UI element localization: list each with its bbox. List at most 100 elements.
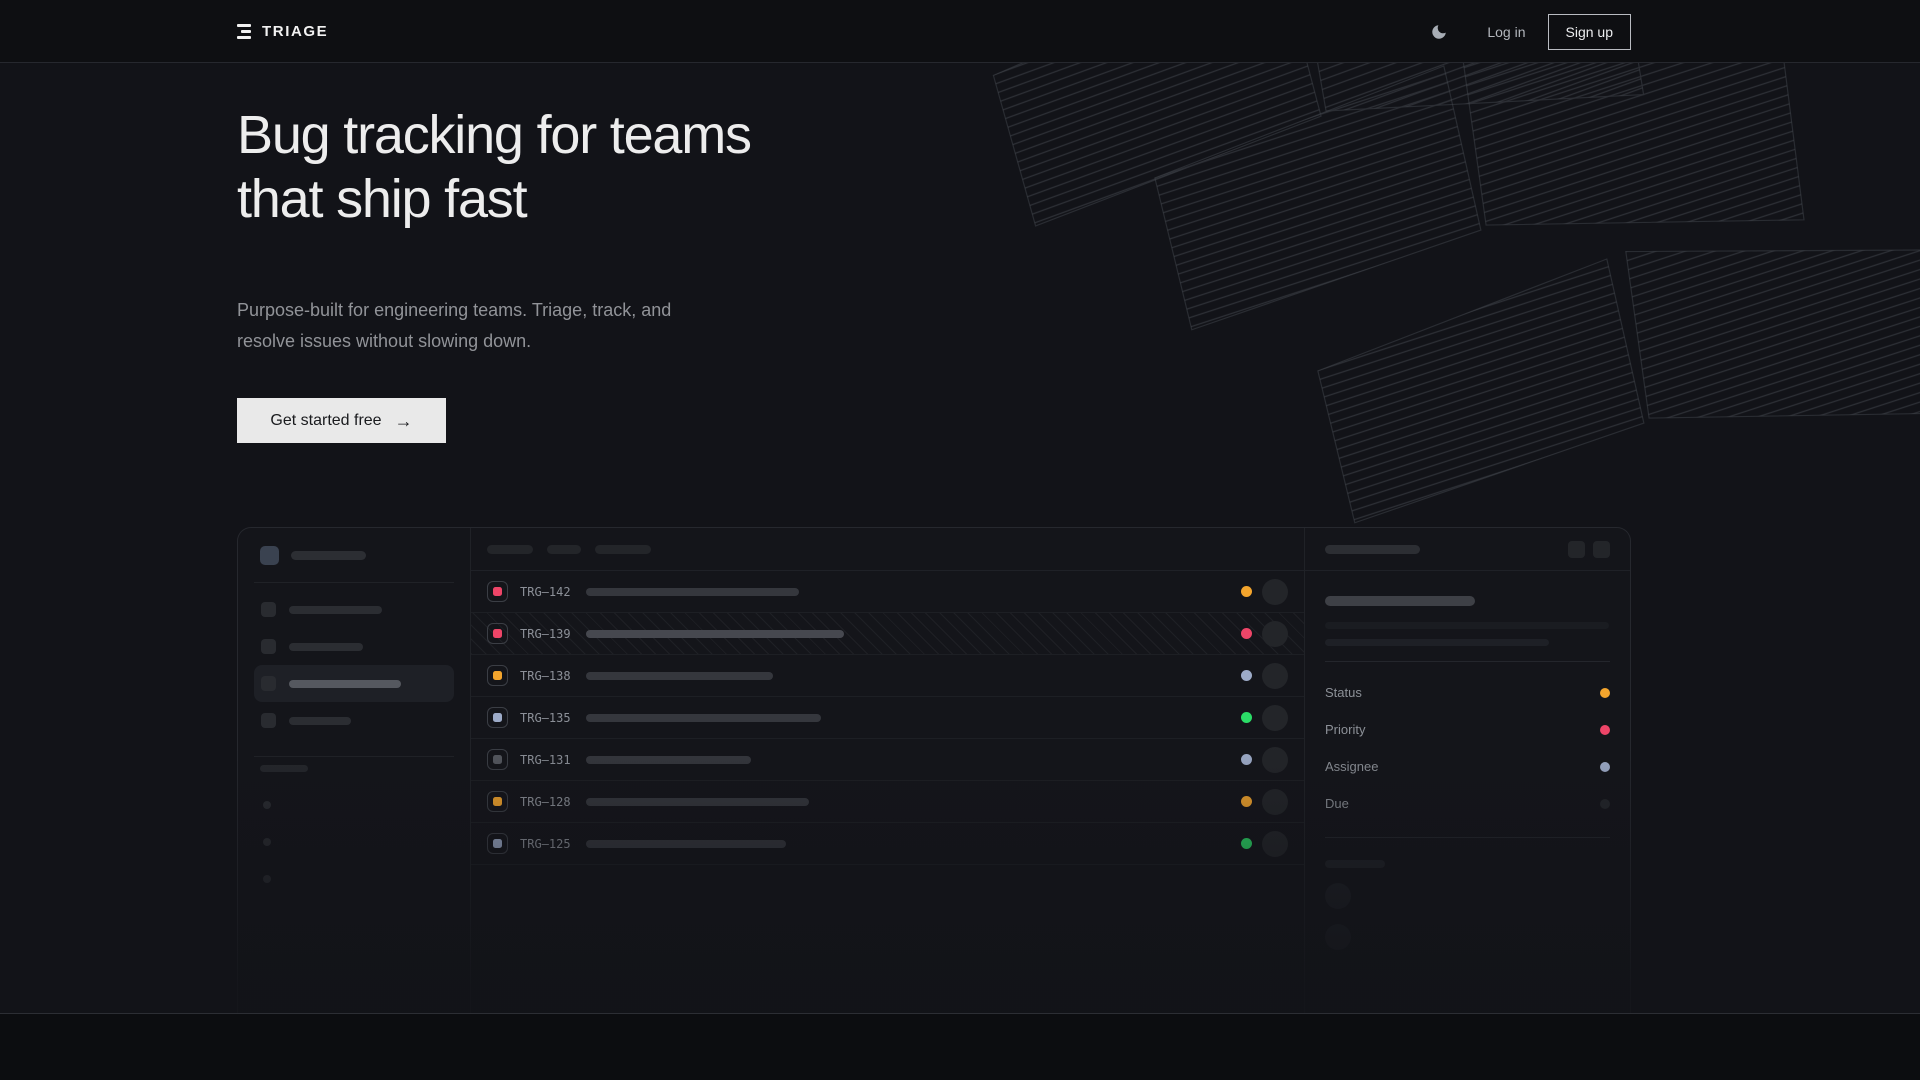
detail-text-skeleton bbox=[1325, 639, 1549, 646]
issue-row: TRG–139 bbox=[471, 613, 1304, 655]
hero-subtitle: Purpose-built for engineering teams. Tri… bbox=[237, 295, 671, 357]
sidebar-item bbox=[254, 702, 454, 739]
detail-field-label: Assignee bbox=[1325, 759, 1378, 774]
issue-type-icon bbox=[487, 749, 508, 770]
issue-type-icon bbox=[487, 665, 508, 686]
issue-type-icon bbox=[487, 791, 508, 812]
sidebar-item-skeleton bbox=[289, 680, 401, 688]
status-dot bbox=[1241, 796, 1252, 807]
issue-row: TRG–125 bbox=[471, 823, 1304, 865]
issue-title-skeleton bbox=[586, 714, 821, 722]
issue-id: TRG–128 bbox=[520, 795, 584, 809]
issue-type-icon bbox=[487, 623, 508, 644]
moon-icon bbox=[1430, 23, 1448, 41]
dark-mode-toggle[interactable] bbox=[1429, 22, 1449, 42]
status-dot bbox=[1241, 586, 1252, 597]
issue-id: TRG–135 bbox=[520, 711, 584, 725]
assignee-avatar bbox=[1262, 663, 1288, 689]
issue-row: TRG–142 bbox=[471, 571, 1304, 613]
brand-logo[interactable]: TRIAGE bbox=[237, 0, 328, 63]
app-preview-window: TRG–142 TRG–139 TRG–138 TRG–135 TRG–131 … bbox=[237, 527, 1631, 1013]
detail-header bbox=[1305, 528, 1630, 571]
detail-field-label: Due bbox=[1325, 796, 1349, 811]
issue-id: TRG–131 bbox=[520, 753, 584, 767]
get-started-button[interactable]: Get started free → bbox=[237, 398, 446, 443]
assignee-avatar bbox=[1262, 747, 1288, 773]
sidebar-item-icon bbox=[261, 676, 276, 691]
issue-list-header bbox=[471, 528, 1304, 571]
detail-field-dot bbox=[1600, 725, 1610, 735]
sidebar-item-icon bbox=[261, 713, 276, 728]
issue-title-skeleton bbox=[586, 588, 799, 596]
detail-divider bbox=[1325, 837, 1610, 838]
detail-field-dot bbox=[1600, 762, 1610, 772]
issue-title-skeleton bbox=[586, 840, 786, 848]
arrow-right-icon: → bbox=[395, 412, 413, 430]
status-dot bbox=[1241, 712, 1252, 723]
issue-title-skeleton bbox=[586, 630, 844, 638]
page-title-line1: Bug tracking for teams bbox=[237, 103, 751, 167]
issue-row: TRG–128 bbox=[471, 781, 1304, 823]
sidebar-item-skeleton bbox=[289, 717, 351, 725]
detail-field-row: Due bbox=[1325, 785, 1610, 822]
login-link[interactable]: Log in bbox=[1487, 24, 1525, 40]
detail-fields: Status Priority Assignee Due bbox=[1325, 674, 1610, 822]
detail-section-label-skeleton bbox=[1325, 860, 1385, 868]
workspace-switcher bbox=[260, 546, 470, 565]
assignee-avatar bbox=[1262, 705, 1288, 731]
assignee-avatar bbox=[1262, 831, 1288, 857]
issue-title-skeleton bbox=[586, 672, 773, 680]
workspace-name-skeleton bbox=[291, 551, 366, 560]
sidebar-item bbox=[254, 591, 454, 628]
signup-button[interactable]: Sign up bbox=[1548, 14, 1631, 50]
status-dot bbox=[1241, 838, 1252, 849]
hero-subtitle-line2: resolve issues without slowing down. bbox=[237, 331, 531, 351]
issue-list: TRG–142 TRG–139 TRG–138 TRG–135 TRG–131 … bbox=[471, 571, 1304, 865]
triage-logo-icon bbox=[237, 24, 251, 39]
sidebar-item-skeleton bbox=[289, 606, 382, 614]
issue-type-icon bbox=[487, 833, 508, 854]
issue-type-icon bbox=[487, 581, 508, 602]
detail-field-row: Assignee bbox=[1325, 748, 1610, 785]
page-title: Bug tracking for teams that ship fast bbox=[237, 103, 751, 231]
get-started-label: Get started free bbox=[270, 412, 381, 430]
detail-field-dot bbox=[1600, 688, 1610, 698]
tab-skeleton bbox=[595, 545, 651, 554]
sidebar-nav bbox=[254, 591, 454, 739]
sidebar-bullet bbox=[263, 875, 271, 883]
sidebar-item bbox=[254, 628, 454, 665]
issue-type-icon bbox=[487, 707, 508, 728]
issue-id: TRG–142 bbox=[520, 585, 584, 599]
sidebar-bullet bbox=[263, 801, 271, 809]
detail-title-skeleton bbox=[1325, 596, 1475, 606]
detail-field-label: Priority bbox=[1325, 722, 1365, 737]
detail-text-skeleton bbox=[1325, 622, 1609, 629]
issue-row: TRG–135 bbox=[471, 697, 1304, 739]
hero-subtitle-line1: Purpose-built for engineering teams. Tri… bbox=[237, 300, 671, 320]
nav-actions: Log in Sign up bbox=[1429, 0, 1631, 63]
detail-field-row: Status bbox=[1325, 674, 1610, 711]
brand-name: TRIAGE bbox=[262, 23, 328, 40]
assignee-avatar bbox=[1262, 579, 1288, 605]
detail-divider bbox=[1325, 661, 1610, 662]
issue-list-panel: TRG–142 TRG–139 TRG–138 TRG–135 TRG–131 … bbox=[471, 528, 1304, 1013]
comment-avatar bbox=[1325, 924, 1351, 950]
page-title-line2: that ship fast bbox=[237, 167, 751, 231]
sidebar-bullet bbox=[263, 838, 271, 846]
detail-field-row: Priority bbox=[1325, 711, 1610, 748]
assignee-avatar bbox=[1262, 789, 1288, 815]
navbar: TRIAGE Log in Sign up bbox=[0, 0, 1920, 63]
detail-action-button bbox=[1593, 541, 1610, 558]
sidebar-item-icon bbox=[261, 639, 276, 654]
issue-id: TRG–138 bbox=[520, 669, 584, 683]
status-dot bbox=[1241, 670, 1252, 681]
issue-id: TRG–125 bbox=[520, 837, 584, 851]
assignee-avatar bbox=[1262, 621, 1288, 647]
detail-field-dot bbox=[1600, 799, 1610, 809]
workspace-avatar bbox=[260, 546, 279, 565]
comment-avatar bbox=[1325, 883, 1351, 909]
sidebar-item-icon bbox=[261, 602, 276, 617]
sidebar-item-active bbox=[254, 665, 454, 702]
sidebar-divider bbox=[254, 756, 454, 757]
footer-section bbox=[0, 1013, 1920, 1080]
